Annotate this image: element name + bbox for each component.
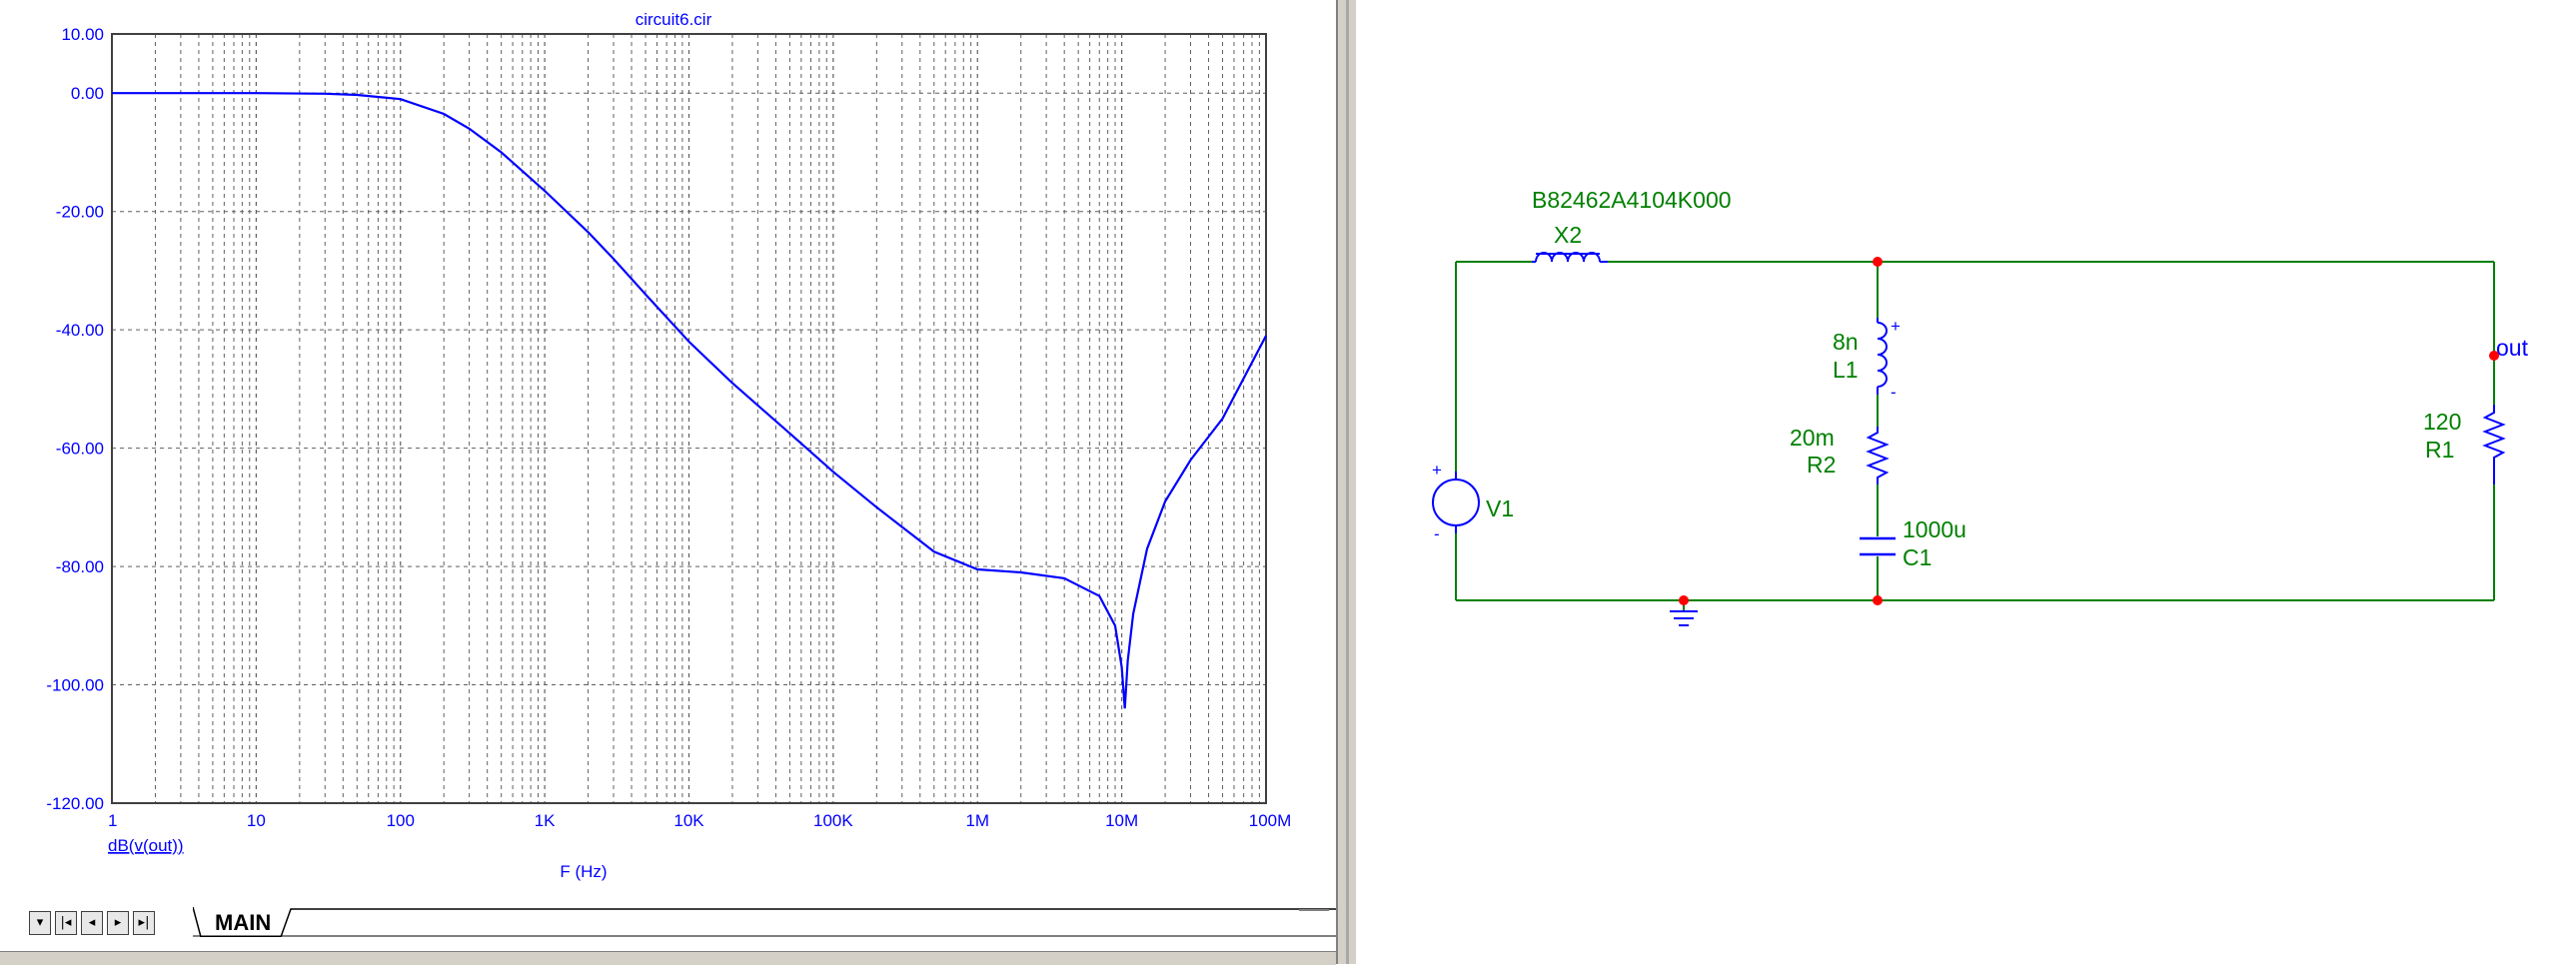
v1-source-icon[interactable]	[1432, 472, 1480, 533]
y-tick-labels: 10.00 0.00 -20.00 -40.00 -60.00 -80.00 -100.00…	[46, 25, 104, 813]
tab-prev-button[interactable]: ◂	[81, 911, 103, 935]
l1-name-label: L1	[1833, 357, 1859, 383]
x2-inductor-icon[interactable]	[1532, 252, 1608, 263]
r2-resistor-icon[interactable]	[1866, 427, 1890, 484]
tab-bar: ▾ |◂ ◂ ▸ ▸| MAIN	[25, 907, 1342, 943]
schematic-panel[interactable]: B82462A4104K000 X2 + - 8n L1 20m R2 1000…	[1358, 0, 2576, 964]
ground-icon[interactable]	[1670, 610, 1698, 626]
status-edge	[0, 951, 1336, 965]
tab-first-button[interactable]: |◂	[55, 911, 77, 935]
x-tick-labels: 1 10 100 1K 10K 100K 1M 10M 100M	[108, 811, 1291, 830]
y-tick-label: -60.00	[56, 440, 104, 459]
l1-value-label: 8n	[1833, 329, 1859, 355]
x-tick-label: 10K	[673, 811, 704, 830]
trace-label[interactable]: dB(v(out))	[108, 836, 184, 855]
r1-value-label: 120	[2423, 409, 2461, 435]
y-tick-label: -80.00	[56, 557, 104, 576]
x-tick-label: 10	[247, 811, 266, 830]
x-tick-label: 100	[387, 811, 415, 830]
l1-minus-marker: -	[1891, 383, 1897, 402]
r2-value-label: 20m	[1790, 425, 1835, 451]
tab-outline	[193, 907, 1342, 937]
c1-name-label: C1	[1903, 544, 1932, 570]
x-axis-label: F (Hz)	[560, 862, 607, 881]
x-tick-label: 1K	[535, 811, 556, 830]
r1-resistor-icon[interactable]	[2482, 405, 2506, 484]
horizontal-scrollbar[interactable]	[1299, 909, 1329, 923]
y-tick-label: -40.00	[56, 321, 104, 340]
l1-plus-marker: +	[1891, 317, 1901, 336]
plot-panel[interactable]: 10.00 0.00 -20.00 -40.00 -60.00 -80.00 -100.00…	[0, 0, 1342, 965]
response-curve	[112, 92, 1267, 709]
c1-capacitor-icon[interactable]	[1860, 536, 1896, 556]
out-net-label[interactable]: out	[2496, 335, 2529, 361]
x-tick-label: 100K	[813, 811, 853, 830]
tab-menu-button[interactable]: ▾	[29, 911, 51, 935]
r1-name-label: R1	[2425, 437, 2454, 463]
plot-title: circuit6.cir	[636, 10, 712, 29]
v1-name-label: V1	[1486, 495, 1514, 521]
tab-next-button[interactable]: ▸	[107, 911, 129, 935]
y-tick-label: 0.00	[71, 84, 104, 103]
l1-inductor-icon[interactable]	[1877, 318, 1888, 395]
splitter-grip	[1346, 0, 1349, 964]
y-tick-label: -120.00	[46, 794, 104, 813]
c1-value-label: 1000u	[1903, 516, 1966, 542]
x2-part-label: B82462A4104K000	[1532, 187, 1732, 213]
tab-main[interactable]: MAIN	[201, 909, 285, 937]
pane-splitter[interactable]	[1336, 0, 1358, 964]
r2-name-label: R2	[1807, 452, 1836, 478]
y-tick-label: -100.00	[46, 676, 104, 695]
x2-name-label: X2	[1554, 222, 1582, 248]
tab-last-button[interactable]: ▸|	[133, 911, 155, 935]
x-tick-label: 10M	[1105, 811, 1138, 830]
v1-plus-marker: +	[1432, 461, 1442, 480]
plot-svg[interactable]: 10.00 0.00 -20.00 -40.00 -60.00 -80.00 -100.00…	[0, 0, 1336, 951]
schematic-canvas[interactable]: B82462A4104K000 X2 + - 8n L1 20m R2 1000…	[1358, 0, 2576, 964]
wires	[1455, 261, 2495, 611]
x-tick-label: 1M	[965, 811, 989, 830]
y-tick-label: 10.00	[61, 25, 104, 44]
x-tick-label: 100M	[1249, 811, 1292, 830]
x-tick-label: 1	[108, 811, 117, 830]
y-tick-label: -20.00	[56, 203, 104, 222]
plot-grid	[112, 34, 1266, 803]
v1-minus-marker: -	[1434, 524, 1440, 543]
